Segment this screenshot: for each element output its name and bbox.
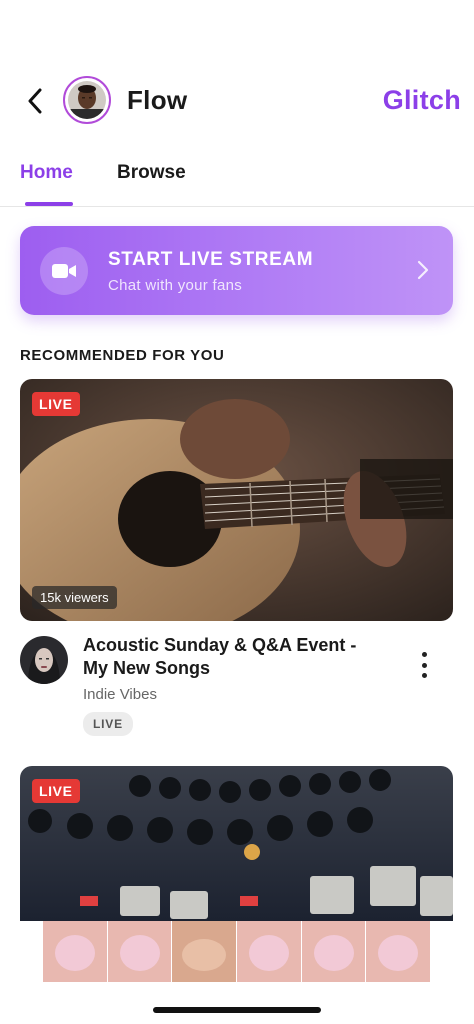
chevron-right-icon bbox=[417, 260, 429, 280]
chevron-left-icon bbox=[28, 88, 42, 114]
preview-frame bbox=[107, 921, 172, 982]
section-title: RECOMMENDED FOR YOU bbox=[20, 347, 225, 364]
preview-filmstrip bbox=[43, 921, 431, 982]
dot bbox=[421, 662, 427, 668]
video-title[interactable]: Acoustic Sunday & Q&A Event - My New Son… bbox=[83, 634, 383, 680]
active-tab-indicator bbox=[25, 202, 73, 206]
video-thumbnail[interactable]: LIVE 15k viewers bbox=[20, 379, 453, 621]
preview-frame bbox=[43, 921, 107, 982]
more-options-button[interactable] bbox=[414, 652, 434, 678]
channel-header: Flow Glitch bbox=[0, 72, 474, 132]
video-channel-name[interactable]: Indie Vibes bbox=[83, 686, 157, 703]
preview-frame bbox=[301, 921, 366, 982]
home-indicator[interactable] bbox=[153, 1007, 321, 1013]
banner-title: START LIVE STREAM bbox=[108, 249, 314, 270]
video-thumbnail[interactable]: LIVE bbox=[20, 766, 453, 921]
dot bbox=[421, 673, 427, 678]
banner-subtitle: Chat with your fans bbox=[108, 277, 243, 294]
live-badge: LIVE bbox=[32, 392, 80, 416]
viewer-count: 15k viewers bbox=[32, 586, 117, 609]
mixing-console-image bbox=[20, 766, 453, 921]
tab-bar: Home Browse bbox=[0, 150, 474, 207]
avatar bbox=[68, 81, 106, 119]
dot bbox=[421, 652, 427, 657]
tab-home[interactable]: Home bbox=[20, 162, 73, 184]
app-screen: Flow Glitch Home Browse START LIVE STREA… bbox=[0, 0, 474, 1024]
live-badge: LIVE bbox=[32, 779, 80, 803]
start-live-stream-button[interactable]: START LIVE STREAM Chat with your fans bbox=[20, 226, 453, 315]
live-tag: LIVE bbox=[83, 712, 133, 736]
brand-logo[interactable]: Glitch bbox=[383, 85, 461, 116]
video-camera-icon bbox=[40, 247, 88, 295]
back-button[interactable] bbox=[20, 86, 50, 116]
channel-avatar[interactable] bbox=[63, 76, 111, 124]
creator-avatar[interactable] bbox=[20, 636, 68, 684]
tab-browse[interactable]: Browse bbox=[117, 162, 186, 184]
preview-frame bbox=[237, 921, 301, 982]
preview-frame bbox=[366, 921, 431, 982]
preview-frame bbox=[172, 921, 237, 982]
guitar-image bbox=[20, 379, 453, 621]
channel-name: Flow bbox=[127, 85, 188, 115]
